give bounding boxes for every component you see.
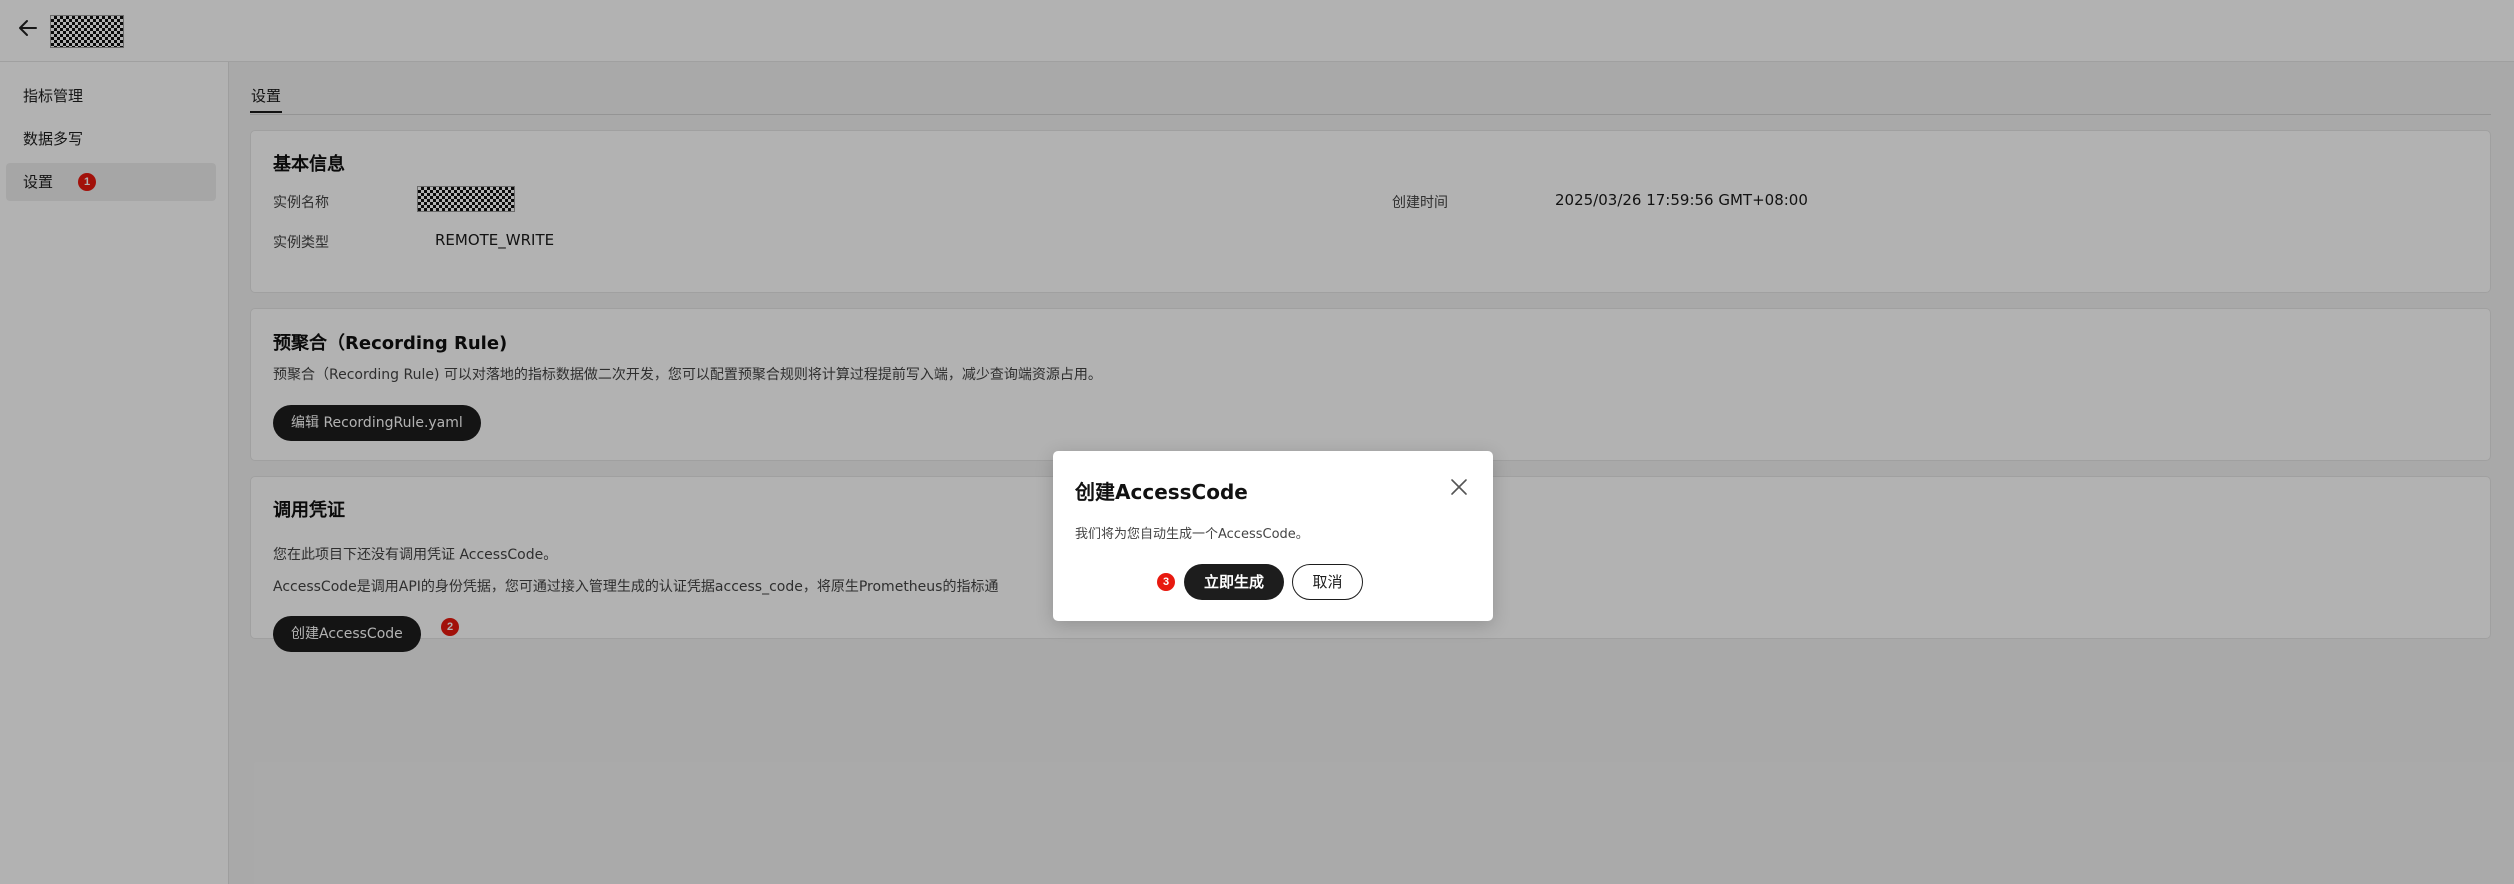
dialog-title: 创建AccessCode	[1075, 480, 1248, 504]
generate-now-button[interactable]: 立即生成	[1184, 564, 1284, 600]
cancel-button[interactable]: 取消	[1292, 564, 1363, 600]
modal-overlay[interactable]	[0, 0, 2514, 884]
create-accesscode-dialog: 创建AccessCode 我们将为您自动生成一个AccessCode。 3 立即…	[1053, 451, 1493, 621]
close-icon[interactable]	[1449, 477, 1469, 497]
step-badge: 3	[1157, 573, 1175, 591]
dialog-message: 我们将为您自动生成一个AccessCode。	[1075, 527, 1309, 542]
